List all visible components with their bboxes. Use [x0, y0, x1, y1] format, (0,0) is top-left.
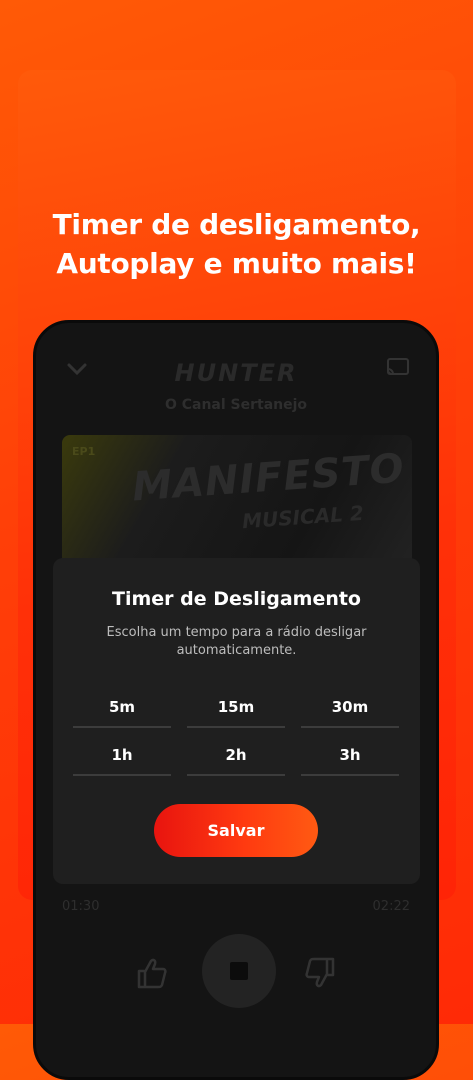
progress-times: 01:30 02:22	[62, 899, 410, 914]
timer-option-2h[interactable]: 2h	[187, 736, 285, 776]
headline-line-1: Timer de desligamento,	[52, 208, 421, 241]
episode-badge: EP1	[72, 445, 96, 458]
thumbs-up-icon[interactable]	[134, 955, 170, 991]
timer-option-1h[interactable]: 1h	[73, 736, 171, 776]
timer-option-30m[interactable]: 30m	[301, 688, 399, 728]
headline-line-2: Autoplay e muito mais!	[0, 244, 473, 283]
app-logo: HUNTER	[174, 359, 298, 387]
promo-headline: Timer de desligamento, Autoplay e muito …	[0, 205, 473, 283]
cast-icon[interactable]	[386, 357, 410, 377]
total-time: 02:22	[372, 899, 410, 914]
timer-option-15m[interactable]: 15m	[187, 688, 285, 728]
station-name: O Canal Sertanejo	[164, 397, 308, 413]
artwork-title: MANIFESTO	[130, 445, 407, 511]
artwork-subtitle: MUSICAL 2	[241, 500, 365, 534]
elapsed-time: 01:30	[62, 899, 100, 914]
save-button[interactable]: Salvar	[154, 804, 318, 857]
stop-button[interactable]	[202, 934, 276, 1008]
timer-dialog: Timer de Desligamento Escolha um tempo p…	[53, 558, 420, 884]
timer-option-5m[interactable]: 5m	[73, 688, 171, 728]
episode-artwork: EP1 MANIFESTO MUSICAL 2	[62, 435, 412, 565]
dialog-description: Escolha um tempo para a rádio desligar a…	[106, 625, 367, 658]
playback-controls	[36, 931, 436, 1011]
headline-line-2-bold: muito mais!	[231, 247, 417, 280]
timer-option-3h[interactable]: 3h	[301, 736, 399, 776]
thumbs-down-icon[interactable]	[302, 955, 338, 991]
stop-icon	[230, 962, 248, 980]
dialog-title: Timer de Desligamento	[111, 588, 361, 610]
headline-line-2-regular: Autoplay e	[56, 247, 232, 280]
